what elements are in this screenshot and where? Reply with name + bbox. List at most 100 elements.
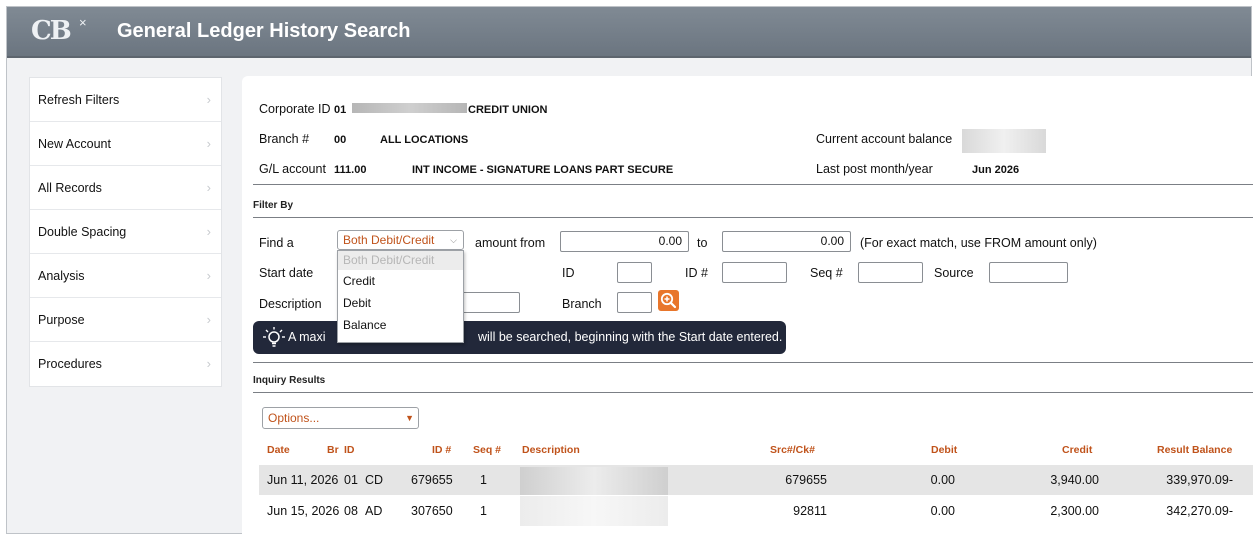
column-header-seq[interactable]: Seq #: [473, 444, 501, 456]
logo: CB ×: [31, 15, 97, 48]
cell-date: Jun 11, 2026: [267, 473, 339, 487]
table-row[interactable]: Jun 15, 2026 08 AD 307650 1 92811 0.00 2…: [259, 496, 1253, 526]
redacted-corporate-name: [352, 103, 467, 113]
seq-input[interactable]: [858, 262, 923, 283]
dropdown-option[interactable]: Debit: [338, 292, 463, 314]
source-input[interactable]: [989, 262, 1068, 283]
cell-date: Jun 15, 2026: [267, 504, 340, 518]
magnifier-plus-icon: [660, 292, 677, 309]
caret-down-icon: ▼: [405, 413, 414, 423]
chevron-right-icon: ›: [206, 92, 211, 107]
dropdown-option[interactable]: Both Debit/Credit: [338, 251, 463, 270]
cell-id-number: 679655: [411, 473, 453, 487]
page-title: General Ledger History Search: [117, 20, 411, 42]
description-label: Description: [259, 297, 322, 311]
sidebar-item-analysis[interactable]: Analysis ›: [30, 254, 221, 298]
last-post-label: Last post month/year: [816, 162, 933, 176]
app-window: CB × General Ledger History Search Refre…: [6, 6, 1253, 535]
seq-label: Seq #: [810, 266, 843, 280]
branch-name: ALL LOCATIONS: [380, 134, 469, 146]
column-header-credit[interactable]: Credit: [1062, 444, 1092, 456]
redacted-description: [520, 467, 668, 495]
sidebar-item-refresh-filters[interactable]: Refresh Filters ›: [30, 78, 221, 122]
results-section-title: Inquiry Results: [253, 375, 326, 386]
chevron-right-icon: ›: [206, 180, 211, 195]
id-input[interactable]: [617, 262, 652, 283]
cell-seq: 1: [480, 504, 487, 518]
dropdown-option[interactable]: Credit: [338, 270, 463, 292]
column-header-id-number[interactable]: ID #: [432, 444, 451, 456]
id-number-input[interactable]: [722, 262, 787, 283]
chevron-down-icon: ⌵: [450, 235, 457, 245]
cell-id-number: 307650: [411, 504, 453, 518]
amount-to-input[interactable]: 0.00: [722, 231, 851, 252]
cell-seq: 1: [480, 473, 487, 487]
transaction-type-dropdown: Both Debit/Credit Credit Debit Balance: [337, 250, 464, 343]
source-label: Source: [934, 266, 974, 280]
gl-account-label: G/L account: [259, 162, 326, 176]
transaction-type-select[interactable]: Both Debit/Credit ⌵: [337, 230, 464, 250]
balance-label: Current account balance: [816, 132, 953, 146]
cell-id: AD: [365, 504, 383, 518]
main-panel: Corporate ID 01 CREDIT UNION Branch # 00…: [242, 76, 1253, 535]
branch-filter-label: Branch: [562, 297, 602, 311]
sidebar-item-procedures[interactable]: Procedures ›: [30, 342, 221, 386]
filter-section-title: Filter By: [253, 200, 294, 211]
chevron-right-icon: ›: [206, 312, 211, 327]
table-row[interactable]: Jun 11, 2026 01 CD 679655 1 679655 0.00 …: [259, 465, 1253, 495]
column-header-description[interactable]: Description: [522, 444, 580, 456]
find-label: Find a: [259, 236, 294, 250]
branch-value: 00: [334, 134, 347, 146]
logo-text: CB: [31, 16, 72, 46]
gl-account-value: 111.00: [334, 164, 367, 176]
divider: [253, 392, 1253, 393]
branch-input[interactable]: [617, 292, 652, 313]
column-header-result-balance[interactable]: Result Balance: [1157, 444, 1232, 456]
sidebar-item-double-spacing[interactable]: Double Spacing ›: [30, 210, 221, 254]
column-header-date[interactable]: Date: [267, 444, 290, 456]
corporate-id-label: Corporate ID: [259, 102, 331, 116]
cell-source: 92811: [793, 504, 827, 518]
redacted-balance: [962, 129, 1046, 153]
branch-label: Branch #: [259, 132, 310, 146]
cell-branch: 01: [344, 473, 358, 487]
chevron-right-icon: ›: [206, 356, 211, 371]
exact-match-note: (For exact match, use FROM amount only): [860, 236, 1097, 250]
column-header-id[interactable]: ID: [344, 444, 355, 456]
sidebar-item-purpose[interactable]: Purpose ›: [30, 298, 221, 342]
logo-mark: ×: [79, 15, 87, 30]
cell-branch: 08: [344, 504, 358, 518]
cell-id: CD: [365, 473, 384, 487]
sidebar-item-label: Analysis: [38, 269, 85, 283]
column-header-branch[interactable]: Br: [327, 444, 339, 456]
column-header-debit[interactable]: Debit: [931, 444, 957, 456]
description-input[interactable]: [457, 292, 520, 313]
column-header-source[interactable]: Src#/Ck#: [770, 444, 815, 456]
sidebar-item-new-account[interactable]: New Account ›: [30, 122, 221, 166]
sidebar-item-all-records[interactable]: All Records ›: [30, 166, 221, 210]
sidebar-item-label: Double Spacing: [38, 225, 127, 239]
dropdown-option[interactable]: Balance: [338, 314, 463, 336]
sidebar-item-label: Refresh Filters: [38, 93, 120, 107]
cell-credit: 2,300.00: [1050, 504, 1099, 518]
cell-credit: 3,940.00: [1050, 473, 1099, 487]
cell-debit: 0.00: [930, 504, 955, 518]
start-date-label: Start date: [259, 266, 314, 280]
id-number-label: ID #: [685, 266, 708, 280]
amount-to-label: to: [697, 236, 708, 250]
tip-text: will be searched, beginning with the Sta…: [478, 330, 783, 344]
sidebar: Refresh Filters › New Account › All Record…: [29, 77, 222, 387]
sidebar-item-label: New Account: [38, 137, 111, 151]
lightbulb-icon: [263, 327, 285, 347]
id-label: ID: [562, 266, 575, 280]
amount-from-input[interactable]: 0.00: [560, 231, 689, 252]
cell-result-balance: 342,270.09-: [1166, 504, 1233, 518]
chevron-right-icon: ›: [206, 224, 211, 239]
tip-text-prefix: A maxi: [288, 330, 326, 344]
branch-search-button[interactable]: [658, 290, 679, 311]
gl-account-name: INT INCOME - SIGNATURE LOANS PART SECURE: [412, 164, 674, 176]
options-dropdown[interactable]: Options... ▼: [262, 407, 419, 429]
chevron-right-icon: ›: [206, 268, 211, 283]
transaction-type-value: Both Debit/Credit: [343, 233, 435, 247]
sidebar-item-label: Purpose: [38, 313, 85, 327]
